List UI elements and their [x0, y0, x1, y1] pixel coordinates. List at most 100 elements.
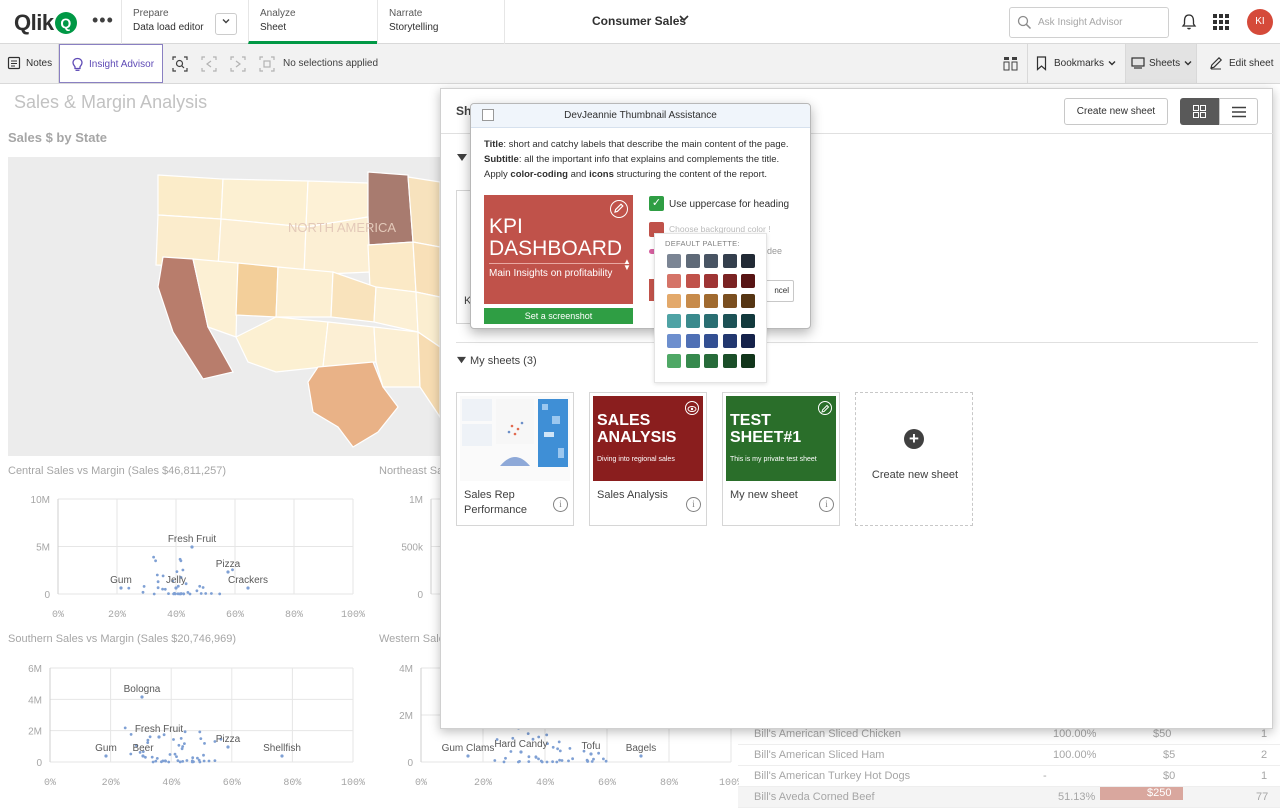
uppercase-checkbox[interactable]: ✓ — [649, 196, 664, 211]
palette-swatch[interactable] — [722, 274, 737, 288]
scatter-point[interactable] — [555, 760, 559, 764]
scatter-point[interactable] — [198, 730, 202, 734]
notes-button[interactable]: Notes — [0, 44, 59, 83]
palette-swatch[interactable] — [704, 334, 718, 348]
user-avatar[interactable]: KI — [1247, 9, 1273, 35]
central-scatter-chart[interactable]: 10M 5M 00% 20% 40% 60% 80% 100% Fresh Fruit Pizza… — [8, 488, 368, 628]
scatter-point[interactable] — [192, 760, 195, 764]
scatter-point[interactable] — [204, 592, 208, 595]
scatter-point[interactable] — [104, 754, 108, 758]
palette-swatch[interactable] — [722, 334, 737, 348]
scatter-point[interactable] — [164, 759, 168, 763]
create-new-sheet-button[interactable]: Create new sheet — [1064, 98, 1168, 125]
scatter-point[interactable] — [157, 735, 161, 739]
scatter-point[interactable] — [589, 752, 593, 756]
scatter-point[interactable] — [226, 570, 230, 574]
palette-swatch[interactable] — [667, 314, 681, 328]
scatter-point[interactable] — [604, 759, 608, 763]
palette-swatch[interactable] — [704, 294, 718, 308]
scatter-point[interactable] — [218, 592, 222, 596]
scatter-point[interactable] — [246, 586, 250, 590]
scatter-point[interactable] — [226, 745, 230, 749]
scatter-point[interactable] — [213, 759, 217, 762]
scatter-point[interactable] — [527, 755, 531, 759]
scatter-point[interactable] — [173, 591, 176, 595]
scatter-point[interactable] — [592, 757, 595, 761]
insight-advisor-button[interactable]: Insight Advisor — [59, 44, 163, 83]
palette-swatch[interactable] — [685, 334, 700, 348]
pencil-icon[interactable] — [610, 200, 628, 218]
scatter-point[interactable] — [152, 555, 156, 559]
scatter-point[interactable] — [155, 573, 159, 577]
scatter-point[interactable] — [141, 754, 145, 758]
scatter-point[interactable] — [551, 760, 554, 764]
scatter-point[interactable] — [150, 755, 154, 759]
scatter-point[interactable] — [198, 760, 202, 764]
scatter-point[interactable] — [146, 738, 150, 742]
set-screenshot-button[interactable]: Set a screenshot — [484, 308, 633, 324]
scatter-point[interactable] — [156, 580, 160, 584]
scatter-point[interactable] — [557, 740, 561, 744]
scatter-point[interactable] — [639, 754, 643, 758]
scatter-point[interactable] — [175, 570, 179, 573]
scatter-point[interactable] — [163, 587, 167, 591]
scatter-point[interactable] — [161, 759, 165, 763]
scatter-point[interactable] — [502, 760, 506, 764]
step-forward-icon[interactable] — [230, 56, 246, 72]
scatter-point[interactable] — [179, 592, 183, 596]
scatter-point[interactable] — [207, 759, 211, 763]
scatter-point[interactable] — [537, 735, 541, 739]
scatter-point[interactable] — [210, 592, 213, 595]
scatter-point[interactable] — [534, 755, 538, 759]
my-sheets-header[interactable]: My sheets (3) — [457, 355, 537, 367]
scatter-point[interactable] — [195, 589, 199, 593]
create-new-sheet-card[interactable]: + Create new sheet — [855, 392, 973, 526]
table-row[interactable]: Bill's American Sliced Ham 100.00% $5 2 — [738, 745, 1280, 766]
edit-sheet-button[interactable]: Edit sheet — [1196, 44, 1280, 83]
palette-swatch[interactable] — [741, 294, 755, 308]
scatter-point[interactable] — [199, 592, 203, 595]
sheet-card-sales-rep[interactable]: Sales Rep Performance i — [456, 392, 574, 526]
thumbnail-preview-subtitle[interactable]: Main Insights on profitability — [489, 268, 612, 279]
table-row[interactable]: Bill's American Turkey Hot Dogs - $0 1 — [738, 766, 1280, 787]
scatter-point[interactable] — [493, 759, 497, 762]
palette-swatch[interactable] — [741, 274, 755, 288]
scatter-point[interactable] — [142, 585, 146, 588]
sheets-button[interactable]: Sheets — [1125, 44, 1196, 83]
caret-down-icon[interactable] — [457, 153, 467, 163]
scatter-point[interactable] — [123, 726, 127, 730]
scatter-point[interactable] — [167, 592, 170, 595]
palette-swatch[interactable] — [667, 254, 681, 268]
scatter-point[interactable] — [167, 760, 171, 764]
bookmarks-button[interactable]: Bookmarks — [1027, 44, 1125, 83]
scatter-point[interactable] — [504, 756, 507, 760]
scatter-point[interactable] — [183, 730, 187, 734]
scatter-point[interactable] — [176, 759, 180, 762]
qlik-logo[interactable]: Qlik Q — [14, 10, 77, 36]
scatter-point[interactable] — [180, 747, 184, 751]
scatter-point[interactable] — [590, 760, 594, 763]
scatter-point[interactable] — [585, 758, 589, 762]
scatter-point[interactable] — [156, 586, 160, 590]
scatter-point[interactable] — [199, 737, 203, 740]
scatter-point[interactable] — [129, 733, 133, 736]
scatter-point[interactable] — [154, 759, 158, 763]
nav-analyze[interactable]: Analyze Sheet — [248, 0, 377, 44]
product-table[interactable]: Bill's American Sliced Chicken 100.00% $50… — [738, 724, 1280, 808]
scatter-point[interactable] — [175, 755, 178, 758]
scatter-point[interactable] — [201, 586, 205, 589]
scatter-point[interactable] — [545, 760, 549, 764]
scatter-point[interactable] — [155, 757, 159, 760]
palette-swatch[interactable] — [722, 254, 737, 268]
scatter-point[interactable] — [190, 545, 194, 549]
scatter-point[interactable] — [161, 574, 165, 578]
scatter-point[interactable] — [466, 754, 470, 758]
scatter-point[interactable] — [188, 592, 192, 596]
scatter-point[interactable] — [558, 749, 562, 753]
palette-swatch[interactable] — [704, 254, 718, 268]
scatter-point[interactable] — [182, 592, 185, 596]
palette-swatch[interactable] — [667, 274, 681, 288]
scatter-point[interactable] — [527, 760, 531, 763]
scatter-point[interactable] — [161, 587, 165, 591]
scatter-point[interactable] — [202, 753, 205, 757]
